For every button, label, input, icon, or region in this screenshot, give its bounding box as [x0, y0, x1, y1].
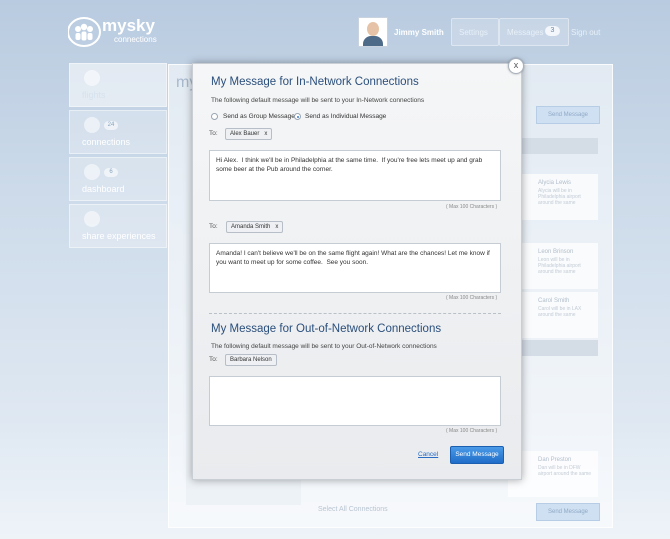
nav-count-badge: 6 — [104, 168, 118, 177]
out-network-message-textarea[interactable] — [209, 376, 501, 426]
nav-item-dashboard[interactable]: 6 dashboard — [69, 157, 167, 201]
out-network-title: My Message for Out-of-Network Connection… — [211, 323, 442, 335]
select-all-connections[interactable]: Select All Connections — [318, 506, 388, 513]
dashboard-icon — [84, 164, 100, 180]
individual-message-radio[interactable] — [294, 113, 301, 120]
to-label: To: — [209, 130, 218, 137]
out-network-subtitle: The following default message will be se… — [211, 343, 437, 350]
messages-count-badge: 3 — [545, 26, 560, 36]
send-message-button-top[interactable]: Send Message — [536, 106, 600, 124]
nav-item-flights[interactable]: flights — [69, 63, 167, 107]
recipient-name: Alex Bauer — [230, 131, 260, 137]
remove-recipient-icon[interactable]: x — [275, 224, 278, 230]
settings-link[interactable]: Settings — [459, 28, 488, 37]
nav-item-share-experiences[interactable]: share experiences — [69, 204, 167, 248]
message-textarea[interactable]: Hi Alex. I think we'll be in Philadelphi… — [209, 150, 501, 201]
connection-name: Carol Smith — [538, 298, 570, 304]
connection-text: Alycia will be in Philadelphia airport a… — [538, 188, 581, 206]
cancel-link[interactable]: Cancel — [418, 451, 438, 458]
brand-subtitle: connections — [114, 35, 157, 44]
connection-text: Leon will be in Philadelphia airport aro… — [538, 257, 581, 275]
brand-name: mysky — [102, 16, 155, 35]
recipient-chip: Barbara Nelson — [225, 354, 277, 366]
share-icon — [84, 211, 100, 227]
max-characters-hint: ( Max 100 Characters ) — [446, 204, 498, 210]
message-textarea[interactable]: Amanda! I can't believe we'll be on the … — [209, 243, 501, 293]
to-label: To: — [209, 223, 218, 230]
people-icon — [84, 117, 100, 133]
mysky-logo[interactable]: mysky connections — [67, 14, 160, 50]
sign-out-link[interactable]: Sign out — [571, 28, 600, 37]
max-characters-hint: ( Max 100 Characters ) — [446, 295, 498, 301]
nav-label: dashboard — [82, 184, 125, 194]
section-header-bar — [520, 138, 598, 154]
nav-label: share experiences — [82, 231, 156, 241]
recipient-chip: Alex Bauer x — [225, 128, 273, 140]
remove-recipient-icon[interactable]: x — [264, 131, 267, 137]
nav-item-connections[interactable]: 24 connections — [69, 110, 167, 154]
connection-text: Dan will be in DFW airport around the sa… — [538, 465, 592, 477]
recipient-name: Amanda Smith — [231, 224, 271, 230]
nav-label: connections — [82, 137, 131, 147]
group-message-label[interactable]: Send as Group Message — [223, 113, 295, 120]
in-network-subtitle: The following default message will be se… — [211, 97, 425, 104]
send-message-button-bottom[interactable]: Send Message — [536, 503, 600, 521]
individual-message-label[interactable]: Send as Individual Message — [305, 113, 386, 120]
nav-label: flights — [82, 90, 106, 100]
to-label: To: — [209, 356, 218, 363]
connection-text: Carol will be in LAX around the same — [538, 306, 582, 318]
user-name[interactable]: Jimmy Smith — [394, 28, 444, 37]
connection-name: Alycia Lewis — [538, 180, 572, 186]
connection-name: Dan Preston — [538, 457, 572, 463]
recipient-chip: Amanda Smith x — [226, 221, 284, 233]
in-network-title: My Message for In-Network Connections — [211, 76, 419, 88]
nav-count-badge: 24 — [104, 121, 118, 130]
max-characters-hint: ( Max 100 Characters ) — [446, 428, 498, 434]
close-icon[interactable]: x — [508, 58, 524, 74]
messages-link[interactable]: Messages — [507, 28, 543, 37]
section-header-bar — [520, 340, 598, 356]
airplane-icon — [84, 70, 100, 86]
avatar[interactable] — [358, 17, 388, 47]
send-message-button[interactable]: Send Message — [450, 446, 504, 464]
connection-name: Leon Brinson — [538, 249, 574, 255]
section-divider — [209, 313, 501, 314]
group-message-radio[interactable] — [211, 113, 218, 120]
recipient-name: Barbara Nelson — [230, 357, 272, 363]
